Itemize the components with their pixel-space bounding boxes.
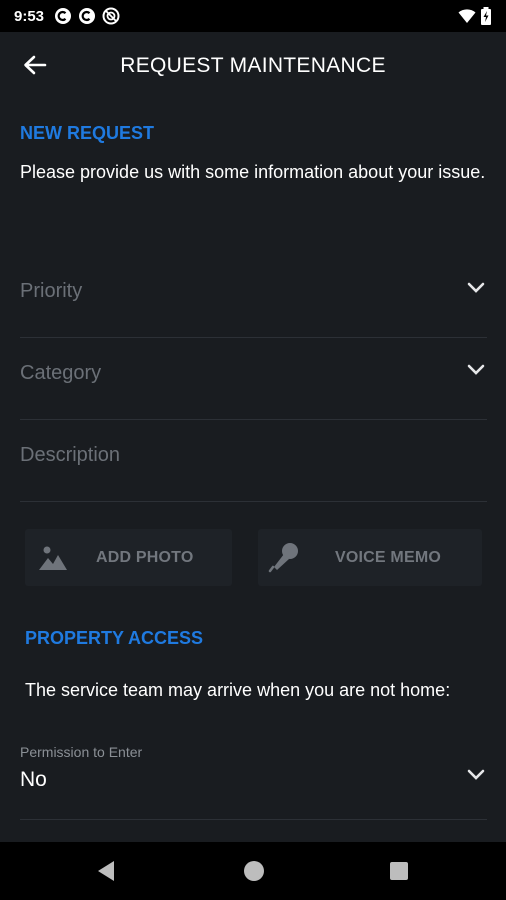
back-triangle-icon[interactable] (96, 860, 116, 882)
priority-placeholder: Priority (20, 280, 83, 302)
new-request-intro: Please provide us with some information … (20, 162, 486, 182)
wifi-icon (458, 9, 476, 23)
app-notification-icon (102, 7, 120, 25)
app-bar: REQUEST MAINTENANCE (0, 32, 506, 98)
description-input[interactable]: Description (20, 420, 487, 502)
property-access-intro: The service team may arrive when you are… (25, 680, 451, 700)
category-dropdown[interactable]: Category (20, 338, 487, 420)
voice-memo-button[interactable]: VOICE MEMO (258, 529, 482, 586)
battery-charging-icon (481, 7, 491, 25)
chevron-down-icon (467, 364, 485, 375)
new-request-heading: NEW REQUEST (20, 123, 155, 143)
property-access-heading: PROPERTY ACCESS (25, 628, 204, 648)
chevron-down-icon (467, 282, 485, 293)
status-time: 9:53 (14, 7, 45, 25)
notification-icons (54, 7, 120, 25)
permission-label: Permission to Enter (20, 744, 143, 760)
priority-dropdown[interactable]: Priority (20, 256, 487, 338)
microphone-icon (268, 543, 298, 573)
add-photo-label: ADD PHOTO (96, 549, 194, 566)
status-bar: 9:53 (0, 0, 506, 32)
add-photo-button[interactable]: ADD PHOTO (25, 529, 232, 586)
app-notification-icon (79, 8, 96, 24)
recents-square-icon[interactable] (389, 861, 409, 881)
chevron-down-icon (467, 769, 485, 780)
permission-value: No (20, 768, 47, 791)
system-nav-bar (0, 842, 506, 900)
description-placeholder: Description (20, 444, 121, 466)
home-circle-icon[interactable] (242, 859, 266, 883)
category-placeholder: Category (20, 362, 102, 384)
page-title: REQUEST MAINTENANCE (120, 54, 386, 77)
image-icon (39, 546, 67, 570)
permission-to-enter-dropdown[interactable]: Permission to Enter No (20, 738, 487, 820)
system-icons (458, 7, 492, 25)
app-notification-icon (55, 8, 72, 24)
voice-memo-label: VOICE MEMO (335, 549, 442, 566)
